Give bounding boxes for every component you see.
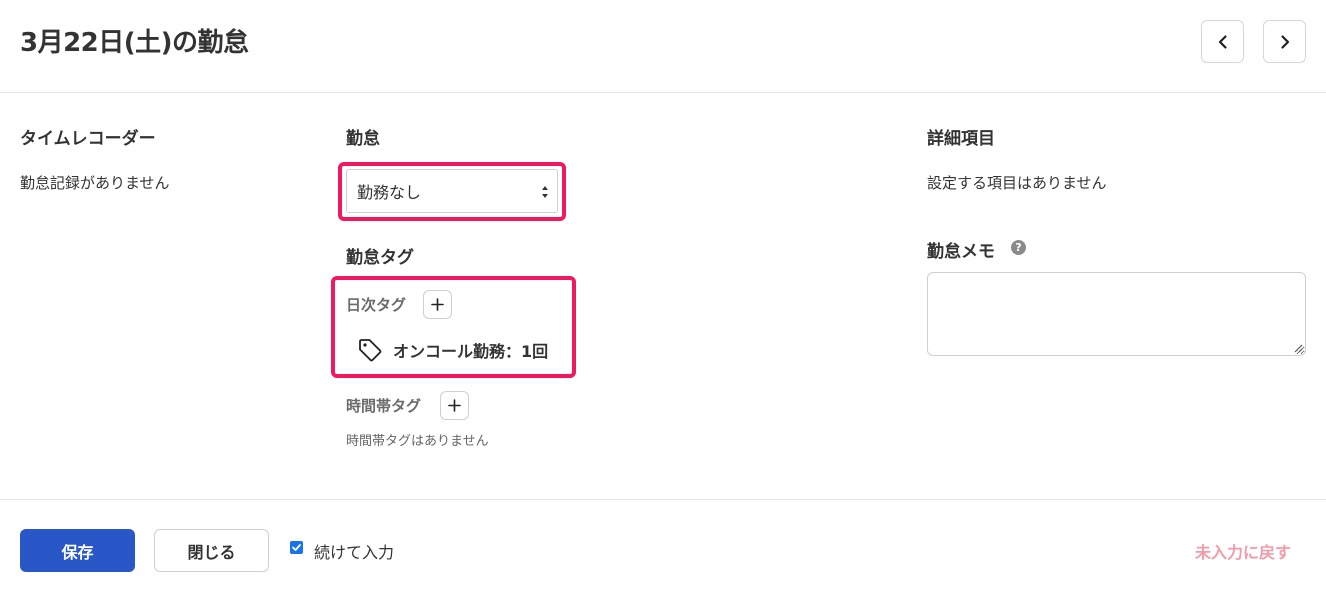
tag-icon xyxy=(359,339,382,362)
question-circle-icon[interactable]: ? xyxy=(1011,240,1026,255)
reset-to-empty-link[interactable]: 未入力に戻す xyxy=(1195,539,1291,563)
time-tags-label: 時間帯タグ xyxy=(346,397,422,415)
memo-title: 勤怠メモ xyxy=(927,242,995,262)
chevron-left-icon xyxy=(1218,34,1227,49)
resize-handle-icon[interactable] xyxy=(1292,342,1303,353)
attendance-select[interactable]: 勤務なし xyxy=(346,169,558,213)
attendance-select-value: 勤務なし xyxy=(357,183,422,202)
page-title: 3月22日(土)の勤怠 xyxy=(20,28,249,58)
chevron-right-icon xyxy=(1280,34,1289,49)
daily-tag-label: オンコール勤務：1回 xyxy=(393,342,549,361)
close-button[interactable]: 閉じる xyxy=(154,529,269,572)
add-time-tag-button[interactable] xyxy=(440,391,469,420)
daily-tags-label: 日次タグ xyxy=(346,296,407,314)
time-recorder-empty-text: 勤怠記録がありません xyxy=(20,174,170,192)
plus-icon xyxy=(431,298,444,311)
time-tags-empty-text: 時間帯タグはありません xyxy=(346,434,489,449)
continue-checkbox-label[interactable]: 続けて入力 xyxy=(314,539,394,563)
add-daily-tag-button[interactable] xyxy=(423,290,452,319)
next-day-button[interactable] xyxy=(1263,20,1306,63)
select-arrows-icon xyxy=(542,186,548,198)
prev-day-button[interactable] xyxy=(1201,20,1244,63)
attendance-tags-title: 勤怠タグ xyxy=(346,248,414,268)
checkmark-icon xyxy=(292,544,301,551)
plus-icon xyxy=(448,399,461,412)
continue-checkbox[interactable] xyxy=(290,541,303,554)
save-button[interactable]: 保存 xyxy=(20,529,135,572)
details-empty-text: 設定する項目はありません xyxy=(927,174,1107,192)
memo-textarea[interactable] xyxy=(927,272,1306,356)
header: 3月22日(土)の勤怠 xyxy=(0,0,1326,93)
details-title: 詳細項目 xyxy=(927,129,995,149)
time-recorder-title: タイムレコーダー xyxy=(20,129,156,149)
daily-tag-item: オンコール勤務：1回 xyxy=(357,336,548,364)
attendance-title: 勤怠 xyxy=(346,129,380,149)
